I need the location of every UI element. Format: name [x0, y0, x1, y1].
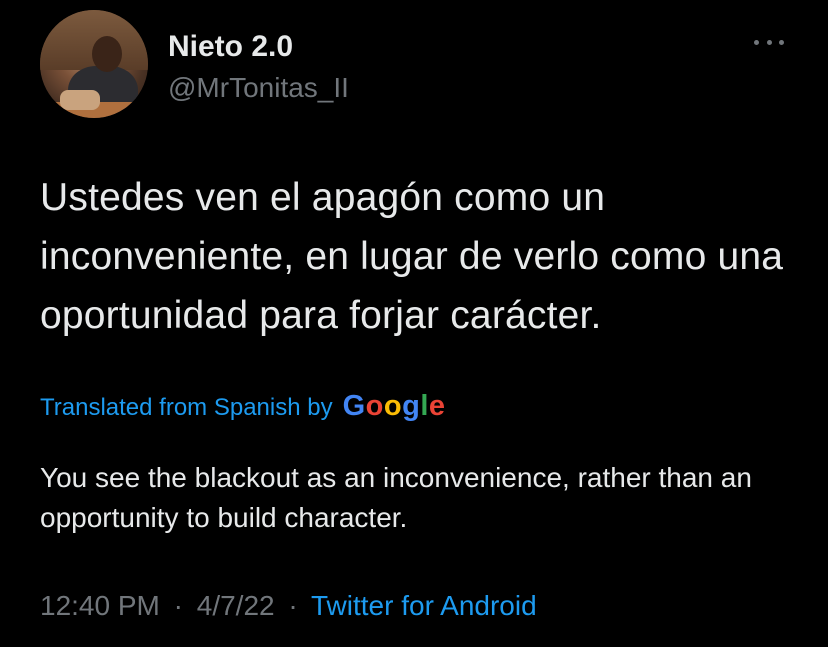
tweet-time[interactable]: 12:40 PM — [40, 590, 160, 621]
google-logo-letter: G — [342, 390, 366, 422]
display-name[interactable]: Nieto 2.0 — [168, 30, 293, 64]
avatar-arm — [60, 90, 100, 110]
meta-separator: · — [173, 590, 183, 621]
tweet-date[interactable]: 4/7/22 — [197, 590, 275, 621]
more-dot — [754, 39, 759, 45]
meta-separator: · — [288, 590, 298, 621]
google-logo-letter: l — [420, 390, 429, 422]
google-logo: Google — [343, 390, 446, 423]
tweet-card: Nieto 2.0 @MrTonitas_II Ustedes ven el a… — [0, 0, 828, 647]
tweet-meta: 12:40 PM · 4/7/22 · Twitter for Android — [40, 590, 537, 622]
translation-attribution: Translated from Spanish by Google — [40, 390, 446, 423]
google-logo-letter: o — [365, 390, 384, 422]
google-logo-letter: o — [383, 390, 403, 422]
avatar-head — [92, 36, 122, 72]
avatar[interactable] — [40, 10, 148, 118]
more-horizontal-icon[interactable] — [754, 30, 784, 54]
tweet-source-link[interactable]: Twitter for Android — [311, 590, 537, 621]
more-dot — [766, 39, 772, 45]
translated-from-link[interactable]: Translated from Spanish by — [40, 394, 333, 422]
tweet-text: Ustedes ven el apagón como un inconvenie… — [40, 176, 784, 337]
user-handle[interactable]: @MrTonitas_II — [168, 72, 349, 104]
google-logo-letter: g — [402, 390, 421, 422]
translation-text: You see the blackout as an inconvenience… — [40, 462, 752, 533]
more-dot — [779, 39, 784, 45]
google-logo-letter: e — [428, 390, 446, 422]
